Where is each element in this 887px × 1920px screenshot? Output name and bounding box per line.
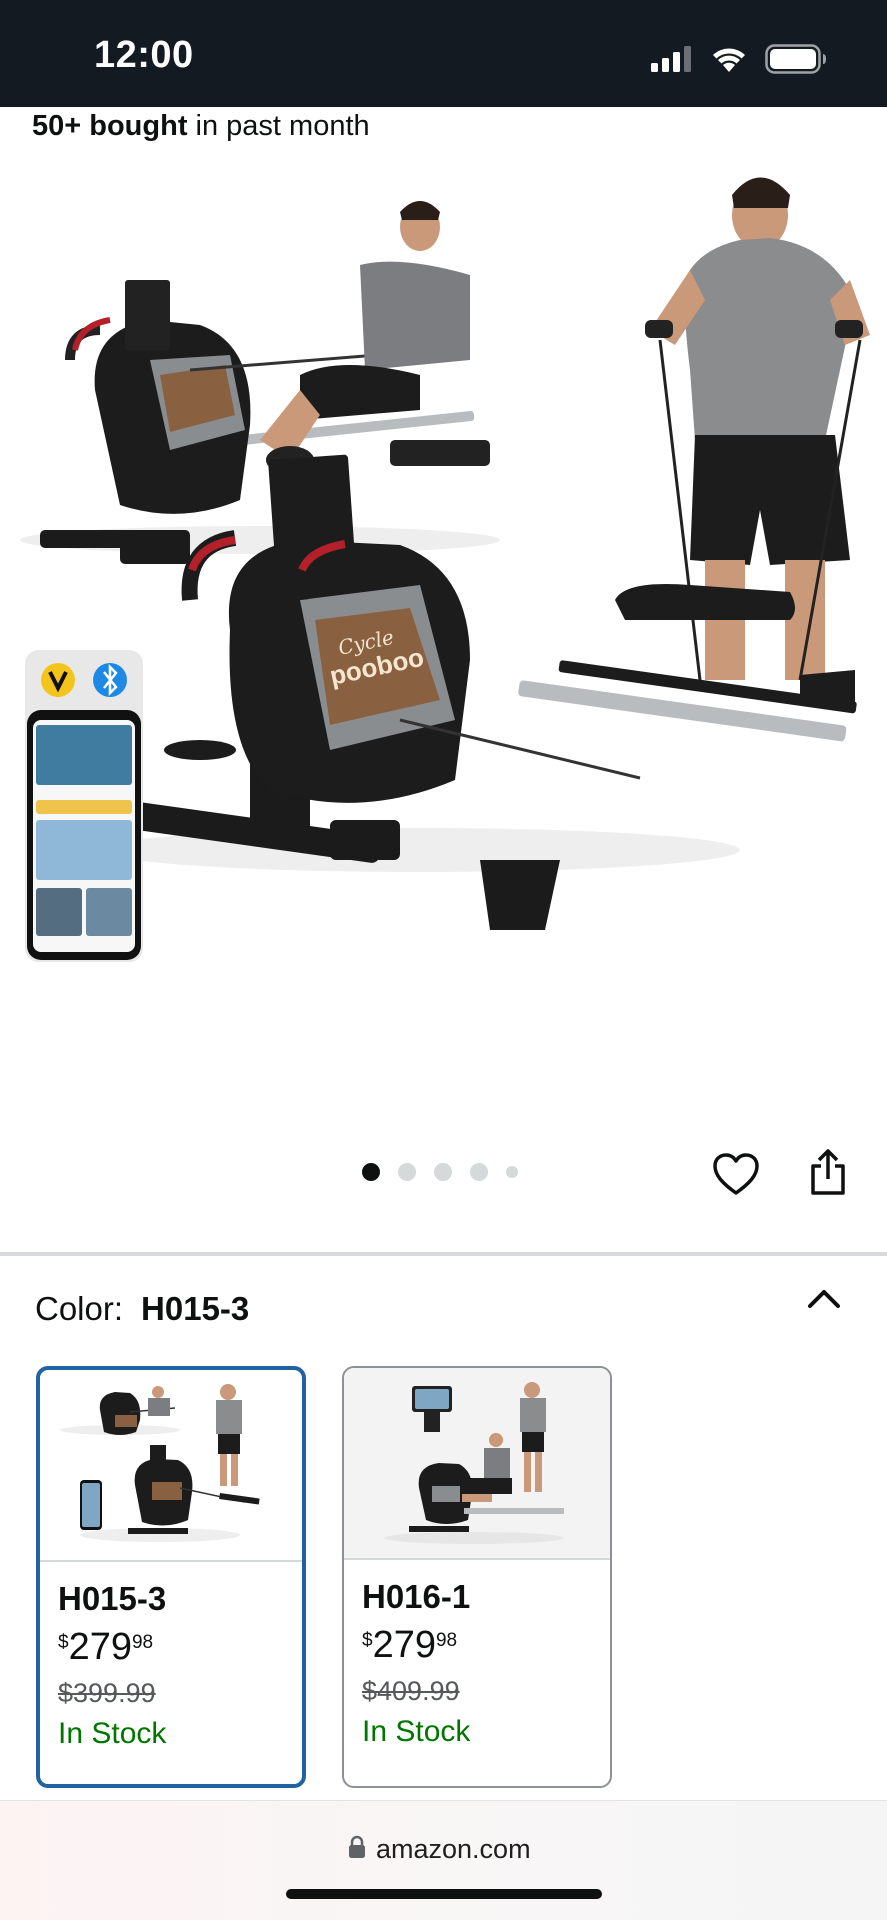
carousel-dot-4[interactable] [470,1163,488,1181]
list-price: $399.99 [58,1678,156,1708]
swatch-thumbnail [344,1368,610,1560]
carousel-dot-5[interactable] [506,1166,518,1178]
share-icon [811,1149,845,1195]
chevron-up-icon[interactable] [804,1284,844,1314]
product-image[interactable]: Cycle pooboo [0,160,887,1100]
wishlist-button[interactable] [708,1148,764,1200]
carousel-dot-1[interactable] [362,1163,380,1181]
status-time: 12:00 [94,34,194,76]
carousel-dots [362,1163,518,1181]
status-bar: 12:00 [0,0,887,107]
price-whole: 279 [68,1626,132,1668]
app-phone-inset [25,650,143,962]
carousel-dot-3[interactable] [434,1163,452,1181]
swatch-price: $279 98 [362,1624,600,1666]
url-text: amazon.com [376,1834,531,1864]
color-label: Color: [35,1290,124,1327]
swatch-info: H015-3 $279 98 $399.99 In Stock [58,1580,292,1751]
price-whole: 279 [372,1624,436,1666]
swatch-name: H016-1 [362,1578,471,1615]
section-divider [0,1252,887,1256]
share-button[interactable] [800,1144,856,1200]
stock-status: In Stock [362,1715,471,1748]
swatch-price: $279 98 [58,1626,292,1668]
swatch-thumbnail [40,1370,302,1562]
swatch-info: H016-1 $279 98 $409.99 In Stock [362,1578,600,1749]
swatch-name: H015-3 [58,1580,167,1617]
carousel-dot-2[interactable] [398,1163,416,1181]
color-selector[interactable]: Color: H015-3 [35,1290,249,1328]
wifi-icon [713,48,745,72]
lock-icon [349,1835,365,1858]
color-value: H015-3 [141,1290,250,1327]
man-standing [645,177,870,705]
battery-icon [765,44,826,74]
man-seated [260,201,470,474]
heart-icon [713,1153,759,1195]
price-fraction: 98 [131,1632,154,1653]
bought-in-past-month: 50+ bought in past month [32,110,370,143]
stock-status: In Stock [58,1717,167,1750]
color-swatch-h015-3[interactable]: H015-3 $279 98 $399.99 In Stock [36,1366,306,1788]
list-price: $409.99 [362,1676,460,1706]
browser-url-bar[interactable]: amazon.com [0,1800,887,1920]
bought-count: 50+ bought [32,110,188,142]
color-swatch-h016-1[interactable]: H016-1 $279 98 $409.99 In Stock [342,1366,612,1788]
bought-suffix: in past month [187,110,370,142]
price-currency: $ [58,1632,69,1653]
status-icons [651,42,827,76]
home-indicator[interactable] [286,1889,602,1899]
signal-icon [651,46,691,72]
price-currency: $ [362,1630,373,1651]
price-fraction: 98 [435,1630,458,1651]
